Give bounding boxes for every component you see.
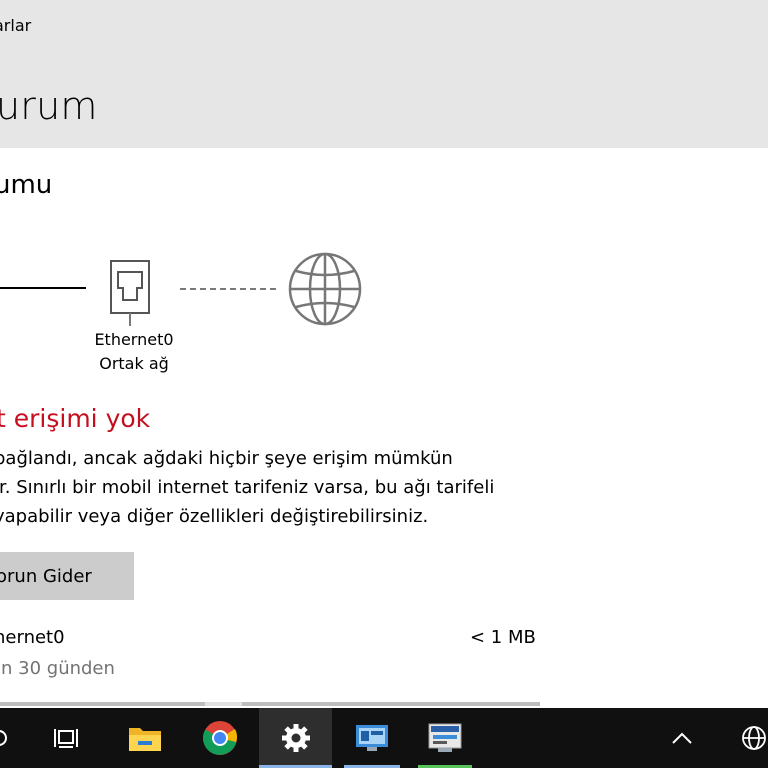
header: arlar urum bbox=[0, 0, 768, 148]
adapter-label: Ethernet0 Ortak ağ bbox=[88, 328, 180, 376]
show-hidden-icons-button[interactable] bbox=[660, 708, 704, 768]
file-explorer-button[interactable] bbox=[118, 708, 172, 768]
search-icon bbox=[0, 730, 7, 746]
status-line-1: bağlandı, ancak ağdaki hiçbir şeye erişi… bbox=[0, 448, 453, 469]
network-globe-icon bbox=[742, 726, 766, 750]
connection-line-solid bbox=[0, 287, 86, 289]
adapter-name: Ethernet0 bbox=[94, 330, 174, 349]
status-heading: t erişimi yok bbox=[0, 404, 151, 433]
ethernet-adapter-icon bbox=[110, 260, 150, 326]
file-explorer-icon bbox=[129, 728, 161, 751]
control-panel-button[interactable] bbox=[340, 708, 404, 768]
task-view-button[interactable] bbox=[44, 708, 88, 768]
chrome-button[interactable] bbox=[192, 708, 248, 768]
troubleshoot-button[interactable]: orun Gider bbox=[0, 552, 134, 600]
network-app-button[interactable] bbox=[414, 708, 476, 768]
connection-line-dashed bbox=[180, 288, 276, 290]
network-type: Ortak ağ bbox=[99, 354, 169, 373]
settings-icon bbox=[281, 724, 310, 752]
section-title: umu bbox=[0, 170, 53, 200]
network-tray-button[interactable] bbox=[734, 708, 768, 768]
usage-amount: < 1 MB bbox=[470, 627, 536, 648]
usage-progress-bar bbox=[0, 702, 540, 706]
network-app-icon bbox=[428, 723, 462, 752]
control-panel-icon bbox=[356, 725, 388, 751]
status-line-3: yapabilir veya diğer özellikleri değişti… bbox=[0, 506, 429, 527]
chevron-up-icon bbox=[672, 732, 692, 744]
taskbar bbox=[0, 708, 768, 768]
page-title: urum bbox=[0, 84, 98, 128]
status-description: bağlandı, ancak ağdaki hiçbir şeye erişi… bbox=[0, 444, 534, 531]
internet-globe-icon bbox=[288, 252, 362, 326]
search-button[interactable] bbox=[0, 708, 20, 768]
task-view-icon bbox=[54, 729, 78, 748]
settings-taskbar-button[interactable] bbox=[259, 708, 332, 768]
usage-adapter-name: hernet0 bbox=[0, 627, 65, 648]
usage-period: on 30 günden bbox=[0, 658, 115, 679]
status-line-2: ir. Sınırlı bir mobil internet tarifeniz… bbox=[0, 477, 495, 498]
breadcrumb[interactable]: arlar bbox=[0, 16, 31, 35]
chrome-icon bbox=[203, 721, 237, 755]
